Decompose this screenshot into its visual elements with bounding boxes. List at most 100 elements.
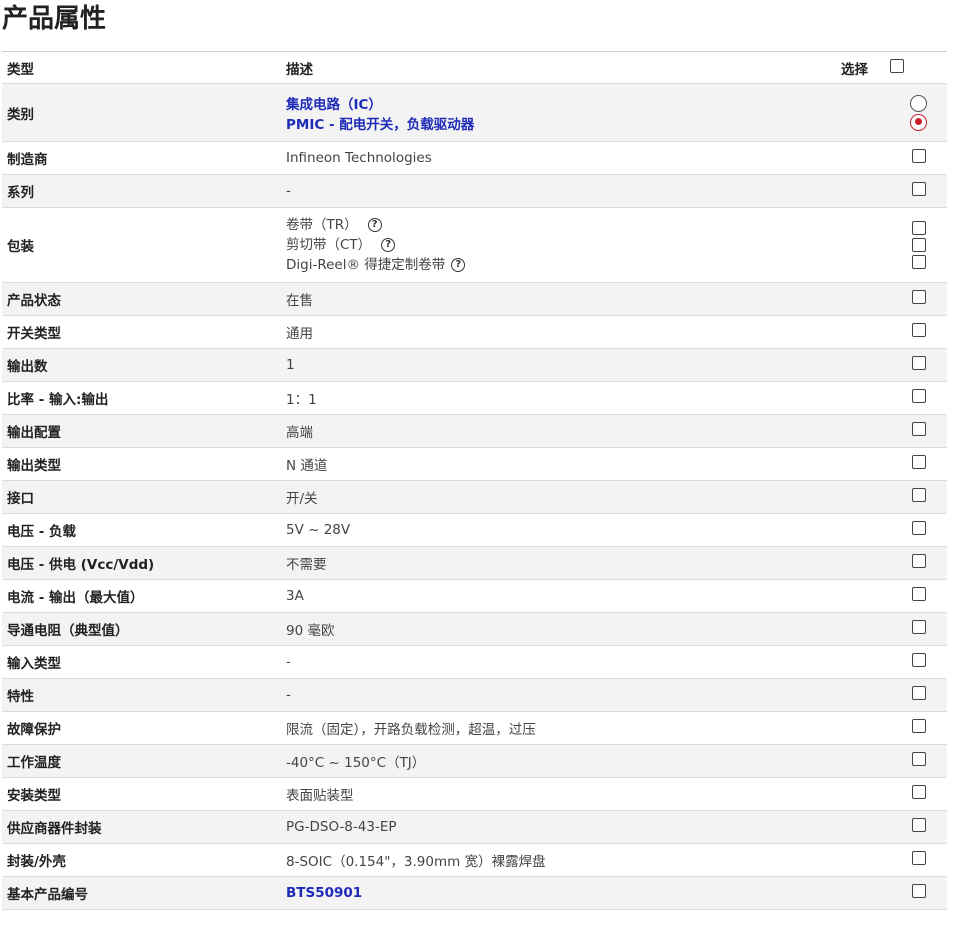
row-value: 通用	[286, 326, 313, 342]
category-radio-ic[interactable]	[910, 94, 927, 112]
page-title: 产品属性	[2, 4, 107, 34]
packaging-digi-reel: Digi-Reel® 得捷定制卷带	[286, 257, 446, 273]
row-checkbox[interactable]	[911, 620, 926, 634]
row-checkbox[interactable]	[911, 686, 926, 700]
table-row: 类别 集成电路（IC） PMIC - 配电开关，负载驱动器	[2, 83, 947, 142]
row-checkbox[interactable]	[911, 884, 926, 898]
row-checkbox[interactable]	[911, 719, 926, 733]
row-label: 制造商	[7, 152, 48, 168]
packaging-tr-checkbox[interactable]	[911, 221, 926, 235]
row-label: 输入类型	[7, 656, 61, 672]
row-label: 类别	[2, 83, 286, 142]
row-value: -	[286, 678, 841, 712]
table-row: 电流 - 输出（最大值） 3A	[2, 580, 947, 613]
packaging-ct: 剪切带（CT）	[286, 237, 372, 253]
table-row: 输入类型 -	[2, 646, 947, 679]
row-checkbox[interactable]	[911, 455, 926, 469]
row-value: 5V ~ 28V	[286, 522, 351, 538]
row-value: 8-SOIC（0.154"，3.90mm 宽）裸露焊盘	[286, 854, 546, 870]
row-value: 在售	[286, 282, 841, 316]
table-row: 系列 -	[2, 174, 947, 208]
table-row: 封装/外壳 8-SOIC（0.154"，3.90mm 宽）裸露焊盘	[2, 844, 947, 877]
row-value: 90 毫欧	[286, 612, 841, 646]
row-checkbox[interactable]	[911, 356, 926, 370]
table-row: 包装 卷带（TR）? 剪切带（CT）? Digi-Reel® 得捷定制卷带?	[2, 208, 947, 283]
row-checkbox[interactable]	[911, 851, 926, 865]
row-label: 电流 - 输出（最大值）	[7, 590, 144, 606]
help-icon[interactable]: ?	[451, 258, 466, 272]
table-row: 导通电阻（典型值） 90 毫欧	[2, 612, 947, 646]
row-checkbox[interactable]	[911, 182, 926, 196]
row-checkbox[interactable]	[911, 323, 926, 337]
row-checkbox[interactable]	[911, 521, 926, 535]
table-row: 制造商 Infineon Technologies	[2, 142, 947, 175]
row-label: 供应商器件封装	[2, 810, 286, 844]
row-value: PG-DSO-8-43-EP	[286, 810, 841, 844]
row-checkbox[interactable]	[911, 554, 926, 568]
row-label: 基本产品编号	[2, 876, 286, 910]
row-checkbox[interactable]	[911, 587, 926, 601]
row-label: 产品状态	[2, 282, 286, 316]
row-value: -	[286, 174, 841, 208]
table-row: 开关类型 通用	[2, 316, 947, 349]
row-checkbox[interactable]	[911, 422, 926, 436]
row-value: 不需要	[286, 546, 841, 580]
row-label: 接口	[2, 480, 286, 514]
row-value: -	[286, 654, 291, 670]
table-row: 基本产品编号 BTS50901	[2, 876, 947, 910]
table-row: 电压 - 负载 5V ~ 28V	[2, 514, 947, 547]
row-checkbox[interactable]	[911, 290, 926, 304]
table-row: 接口 开/关	[2, 480, 947, 514]
row-value: 3A	[286, 588, 304, 604]
base-product-number-link[interactable]: BTS50901	[286, 885, 362, 901]
table-row: 工作温度 -40°C ~ 150°C（TJ）	[2, 744, 947, 778]
row-value: 表面贴装型	[286, 788, 354, 804]
row-checkbox[interactable]	[911, 389, 926, 403]
table-row: 输出配置 高端	[2, 414, 947, 448]
category-radio-pmic[interactable]	[910, 113, 927, 131]
row-checkbox[interactable]	[911, 785, 926, 799]
row-label: 工作温度	[2, 744, 286, 778]
row-value: 开/关	[286, 480, 841, 514]
row-label: 特性	[2, 678, 286, 712]
row-value: 1：1	[286, 392, 317, 408]
row-label: 输出配置	[2, 414, 286, 448]
table-row: 特性 -	[2, 678, 947, 712]
product-attributes-table: 类型 描述 选择 类别 集成电路（IC） PMIC - 配电开关，负载驱动器 制…	[2, 51, 947, 910]
row-label: 电压 - 负载	[7, 524, 77, 540]
table-row: 供应商器件封装 PG-DSO-8-43-EP	[2, 810, 947, 844]
row-value: Infineon Technologies	[286, 150, 432, 166]
category-link-pmic[interactable]: PMIC - 配电开关，负载驱动器	[286, 113, 841, 133]
row-label: 封装/外壳	[7, 854, 66, 870]
row-checkbox[interactable]	[911, 653, 926, 667]
row-label: 安装类型	[7, 788, 61, 804]
table-row: 故障保护 限流（固定），开路负载检测，超温，过压	[2, 712, 947, 745]
category-link-ic[interactable]: 集成电路（IC）	[286, 93, 841, 113]
packaging-ct-checkbox[interactable]	[911, 238, 926, 252]
row-label: 输出类型	[7, 458, 61, 474]
row-checkbox[interactable]	[911, 149, 926, 163]
table-row: 安装类型 表面贴装型	[2, 778, 947, 811]
row-checkbox[interactable]	[911, 752, 926, 766]
table-row: 产品状态 在售	[2, 282, 947, 316]
table-row: 电压 - 供电 (Vcc/Vdd) 不需要	[2, 546, 947, 580]
header-description: 描述	[286, 61, 313, 78]
row-label: 输出数	[2, 348, 286, 382]
row-value: N 通道	[286, 458, 328, 474]
table-row: 比率 - 输入:输出 1：1	[2, 382, 947, 415]
table-row: 输出类型 N 通道	[2, 448, 947, 481]
row-label: 导通电阻（典型值）	[2, 612, 286, 646]
help-icon[interactable]: ?	[381, 238, 396, 252]
help-icon[interactable]: ?	[367, 218, 382, 232]
row-label: 包装	[7, 239, 34, 255]
packaging-digi-reel-checkbox[interactable]	[911, 255, 926, 269]
row-value: 1	[286, 348, 841, 382]
row-value: 限流（固定），开路负载检测，超温，过压	[286, 722, 536, 738]
packaging-tr: 卷带（TR）	[286, 217, 358, 233]
row-checkbox[interactable]	[911, 488, 926, 502]
select-all-checkbox[interactable]	[890, 58, 904, 73]
row-checkbox[interactable]	[911, 818, 926, 832]
table-row: 输出数 1	[2, 348, 947, 382]
row-label: 比率 - 输入:输出	[7, 392, 109, 408]
row-label: 系列	[2, 174, 286, 208]
